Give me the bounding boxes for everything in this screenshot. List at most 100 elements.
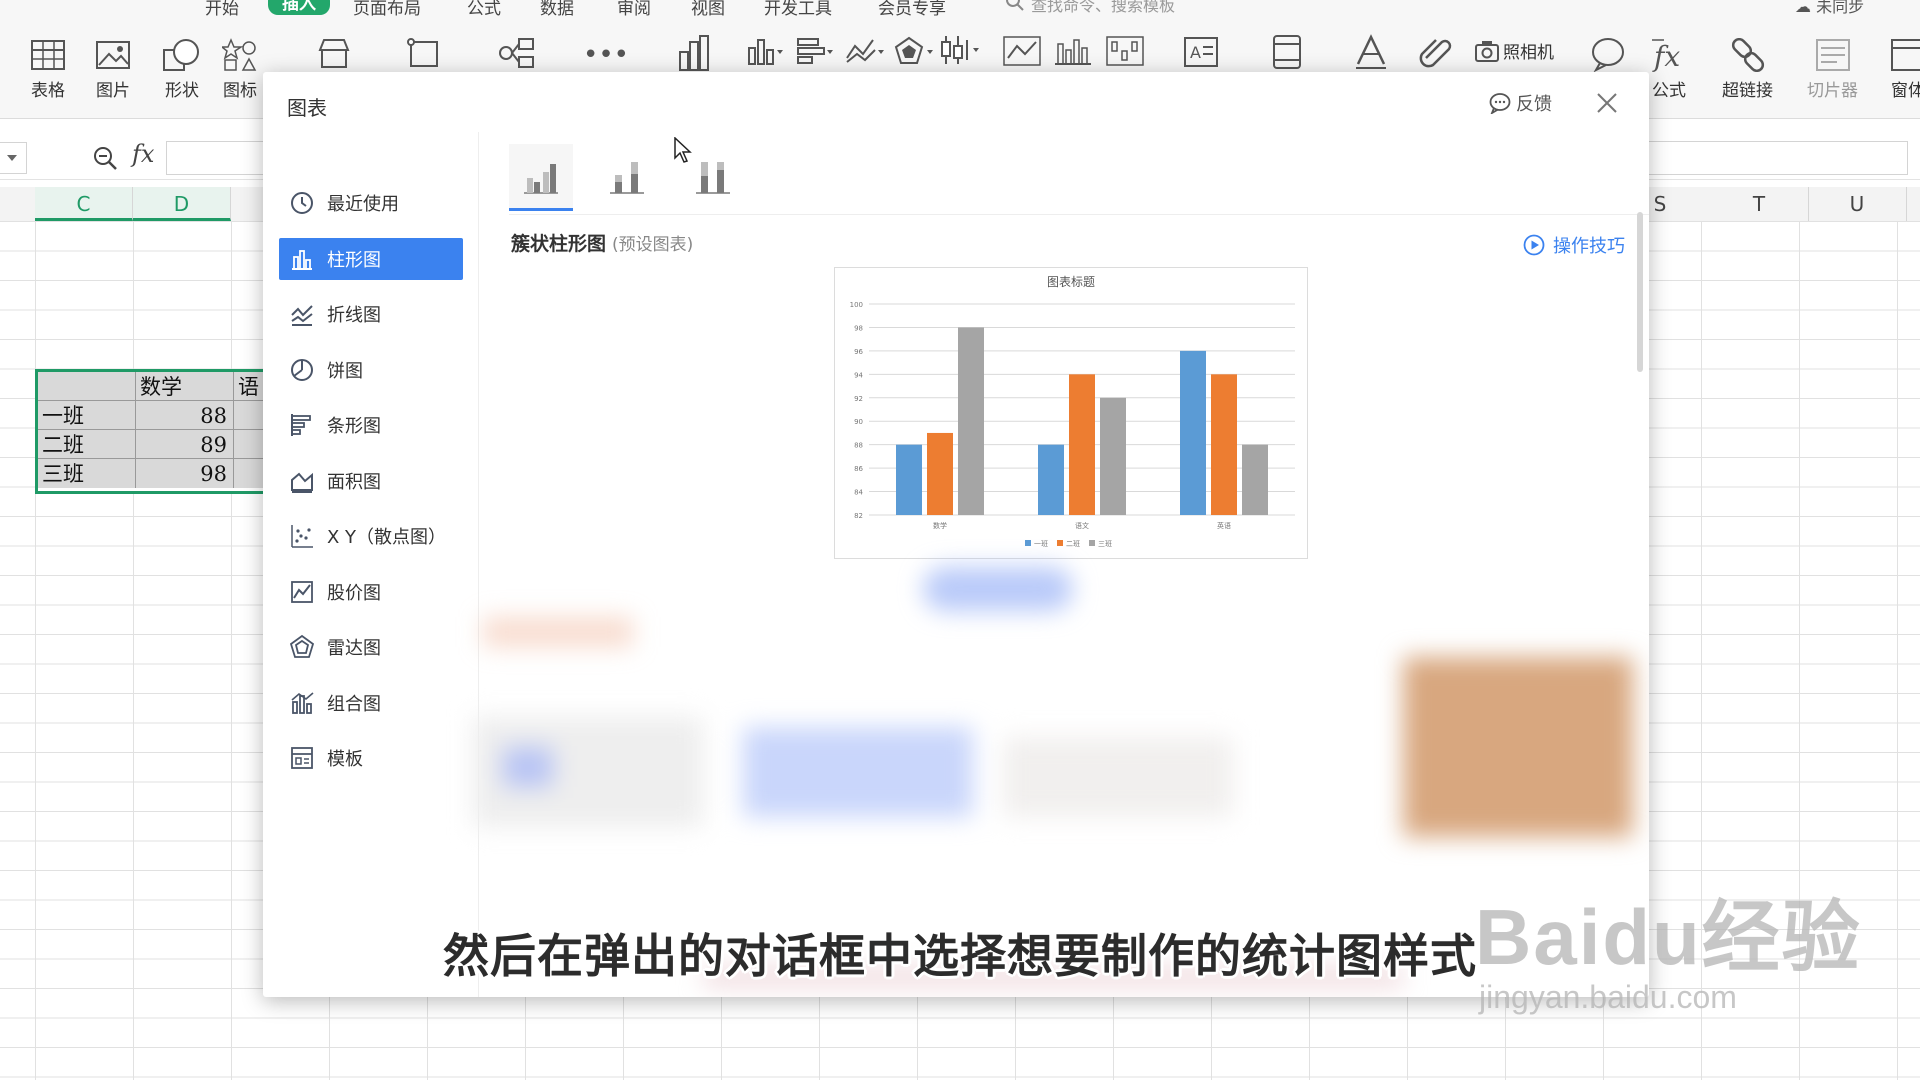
sidebar-item[interactable]: 折线图 xyxy=(279,293,463,335)
sidebar-item[interactable]: 饼图 xyxy=(279,349,463,391)
sidebar-item[interactable]: 条形图 xyxy=(279,404,463,446)
stock-chart-icon xyxy=(287,579,317,605)
menu-tab[interactable]: 视图 xyxy=(691,0,725,19)
cell-class-1[interactable]: 一班 xyxy=(38,401,136,430)
function-icon: fx xyxy=(1652,39,1680,72)
icons-icon xyxy=(222,38,257,71)
x-tick-label: 英语 xyxy=(1217,521,1231,530)
hyperlink-label: 超链接 xyxy=(1722,81,1773,101)
sparkline-line-icon[interactable] xyxy=(1003,36,1041,66)
sidebar-item-label: 条形图 xyxy=(327,416,381,437)
command-search[interactable]: 查找命令、搜索模板 xyxy=(1005,0,1175,16)
column-header-c[interactable]: C xyxy=(35,187,133,221)
sync-status[interactable]: ☁ 未同步 xyxy=(1795,0,1864,17)
camera-label: 照相机 xyxy=(1503,43,1554,63)
legend-swatch xyxy=(1057,540,1063,546)
zoom-icon[interactable] xyxy=(92,145,118,171)
all-charts-icon[interactable] xyxy=(676,34,710,72)
stacked-column-icon xyxy=(610,162,644,194)
cell-class-2[interactable]: 二班 xyxy=(38,430,136,459)
slicer-button[interactable]: 切片器 xyxy=(1807,38,1858,101)
bar-chart-dropdown-icon[interactable] xyxy=(796,36,836,66)
close-icon[interactable] xyxy=(1590,86,1624,120)
cell-class-3[interactable]: 三班 xyxy=(38,459,136,488)
insert-picture-button[interactable]: 图片 xyxy=(95,38,131,101)
insert-shape-button[interactable]: 形状 xyxy=(162,38,202,101)
y-tick-label: 96 xyxy=(854,348,863,356)
menu-tab[interactable]: 开始 xyxy=(205,0,239,19)
y-tick-label: 86 xyxy=(854,465,863,473)
column-header-t[interactable]: T xyxy=(1710,187,1809,221)
camera-button[interactable]: 照相机 xyxy=(1475,38,1554,63)
y-tick-label: 94 xyxy=(854,371,863,379)
sparkline-column-icon[interactable] xyxy=(1054,36,1092,66)
percent-stacked-column-icon xyxy=(696,162,730,194)
chart-bar xyxy=(1242,444,1268,515)
form-icon xyxy=(1891,39,1920,71)
flowchart-icon[interactable] xyxy=(497,36,537,70)
radar-chart-dropdown-icon[interactable] xyxy=(894,36,936,66)
feedback-button[interactable]: 反馈 xyxy=(1489,90,1552,116)
cell-math-3[interactable]: 98 xyxy=(136,459,234,488)
sidebar-item[interactable]: 面积图 xyxy=(279,460,463,502)
hyperlink-button[interactable]: 超链接 xyxy=(1722,38,1773,101)
cell-header-blank[interactable] xyxy=(38,372,136,401)
y-tick-label: 92 xyxy=(854,395,863,403)
sidebar-item[interactable]: 最近使用 xyxy=(279,182,463,224)
menu-tab[interactable]: 开发工具 xyxy=(764,0,832,19)
sidebar-item[interactable]: 股价图 xyxy=(279,571,463,613)
tips-link[interactable]: 操作技巧 xyxy=(1523,232,1625,258)
comment-icon[interactable] xyxy=(1590,36,1626,72)
fx-button[interactable]: fx xyxy=(132,140,154,168)
chart-preview-card[interactable]: 图表标题 82 84 86 88 90 92 94 96 98 100 数学 语文 英语 一班 二班 三班 xyxy=(834,267,1308,559)
scatter-chart-icon xyxy=(287,523,317,549)
cloud-icon: ☁ xyxy=(1795,0,1811,16)
sidebar-item[interactable]: X Y（散点图） xyxy=(279,515,463,557)
bar-chart-icon xyxy=(287,412,317,438)
cell-math-2[interactable]: 89 xyxy=(136,430,234,459)
resource-icon[interactable] xyxy=(316,36,352,70)
tips-label: 操作技巧 xyxy=(1553,236,1625,257)
cell-math-1[interactable]: 88 xyxy=(136,401,234,430)
screenshot-icon[interactable] xyxy=(406,36,444,70)
menu-tab[interactable]: 插入 xyxy=(268,0,330,15)
menu-tab[interactable]: 审阅 xyxy=(617,0,651,19)
slicer-icon xyxy=(1815,39,1850,71)
svg-text:fx: fx xyxy=(1652,40,1680,72)
line-chart-dropdown-icon[interactable] xyxy=(845,36,887,66)
subtype-stacked-column[interactable] xyxy=(595,144,659,208)
column-header-d[interactable]: D xyxy=(133,187,231,221)
name-box[interactable] xyxy=(0,142,27,174)
sidebar-item[interactable]: 模板 xyxy=(279,737,463,779)
insert-icon-button[interactable]: 图标 xyxy=(222,38,258,101)
subtype-clustered-column[interactable] xyxy=(509,144,573,211)
menu-tab[interactable]: 数据 xyxy=(540,0,574,19)
stock-chart-dropdown-icon[interactable] xyxy=(940,34,982,66)
more-icon[interactable]: ••• xyxy=(583,40,629,70)
column-chart-dropdown-icon[interactable] xyxy=(746,36,786,66)
search-icon xyxy=(1006,0,1024,11)
window-button[interactable]: 窗体 xyxy=(1890,38,1920,101)
menu-tab[interactable]: 公式 xyxy=(467,0,501,19)
column-header-u[interactable]: U xyxy=(1808,187,1907,221)
feedback-label: 反馈 xyxy=(1516,94,1552,115)
attachment-icon[interactable] xyxy=(1418,36,1458,70)
header-footer-icon[interactable] xyxy=(1272,34,1302,70)
textbox-icon[interactable]: A xyxy=(1183,36,1219,68)
selected-data-range[interactable]: 数学 语 一班 88 二班 89 三班 98 xyxy=(35,369,273,494)
wordart-icon[interactable] xyxy=(1354,34,1388,70)
insert-table-button[interactable]: 表格 xyxy=(30,38,66,101)
formula-button[interactable]: fx 公式 xyxy=(1650,38,1688,101)
menu-tab[interactable]: 会员专享 xyxy=(878,0,946,19)
chart-title: 图表标题 xyxy=(1047,275,1095,289)
cell-header-math[interactable]: 数学 xyxy=(136,372,234,401)
menu-tab[interactable]: 页面布局 xyxy=(353,0,421,19)
sparkline-winloss-icon[interactable] xyxy=(1106,36,1144,66)
dialog-title: 图表 xyxy=(287,96,327,120)
dialog-scrollbar[interactable] xyxy=(1637,212,1643,372)
chart-bar xyxy=(1038,444,1064,515)
sidebar-item[interactable]: 雷达图 xyxy=(279,626,463,668)
sidebar-item-label: 最近使用 xyxy=(327,194,399,215)
sidebar-item[interactable]: 柱形图 xyxy=(279,237,463,280)
sidebar-item[interactable]: 组合图 xyxy=(279,682,463,724)
